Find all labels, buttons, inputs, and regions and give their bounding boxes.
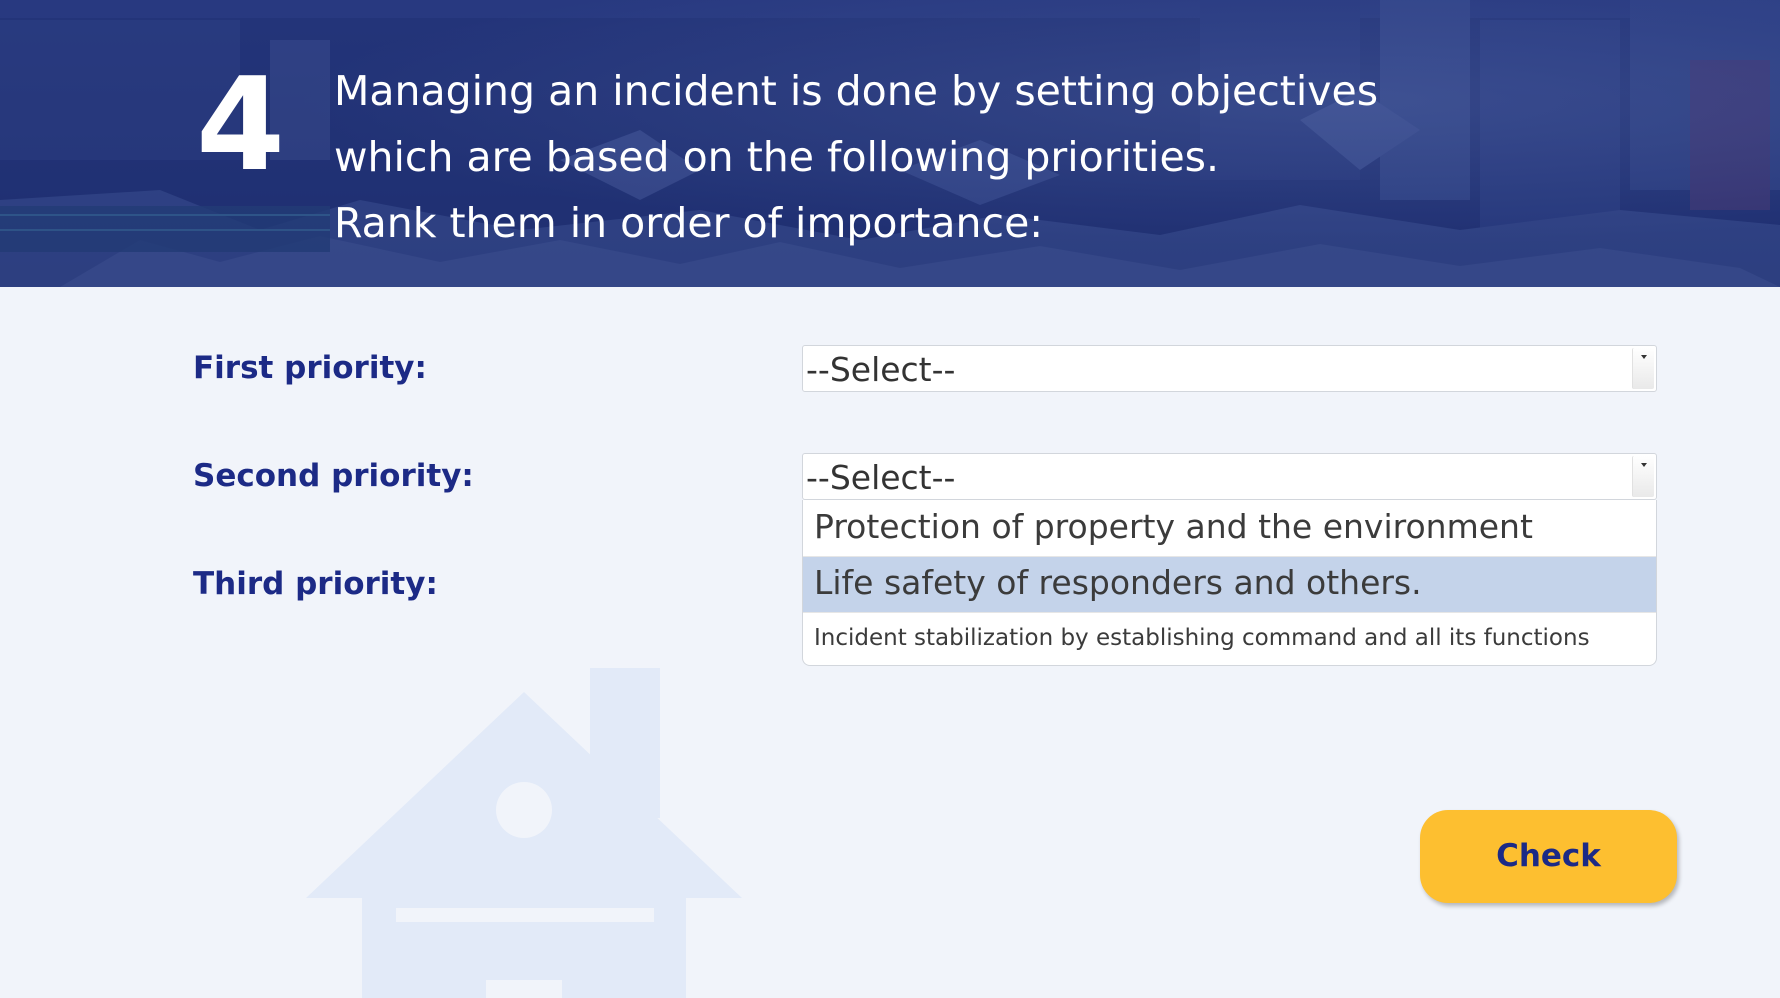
second-priority-value: --Select--: [806, 458, 956, 497]
question-line-3: Rank them in order of importance:: [334, 199, 1044, 247]
question-line-1: Managing an incident is done by setting …: [334, 67, 1379, 115]
question-line-2: which are based on the following priorit…: [334, 133, 1220, 181]
option-life-safety[interactable]: Life safety of responders and others.: [803, 557, 1656, 612]
question-text: Managing an incident is done by setting …: [334, 58, 1534, 256]
second-priority-label: Second priority:: [193, 458, 474, 494]
second-priority-dropdown-button[interactable]: [1632, 456, 1654, 497]
second-priority-select[interactable]: --Select--: [802, 453, 1657, 500]
question-number: 4: [196, 51, 285, 200]
option-incident-stabilization[interactable]: Incident stabilization by establishing c…: [803, 612, 1656, 665]
caret-down-icon: [1641, 463, 1647, 467]
second-priority-options-list: Protection of property and the environme…: [802, 500, 1657, 666]
first-priority-dropdown-button[interactable]: [1632, 348, 1654, 389]
option-protection-of-property[interactable]: Protection of property and the environme…: [803, 500, 1656, 557]
question-header: 4 Managing an incident is done by settin…: [0, 0, 1780, 287]
first-priority-value: --Select--: [806, 350, 956, 389]
first-priority-label: First priority:: [193, 350, 427, 386]
first-priority-select[interactable]: --Select--: [802, 345, 1657, 392]
third-priority-label: Third priority:: [193, 566, 438, 602]
check-button[interactable]: Check: [1420, 810, 1677, 903]
caret-down-icon: [1641, 355, 1647, 359]
house-icon: [306, 668, 742, 998]
